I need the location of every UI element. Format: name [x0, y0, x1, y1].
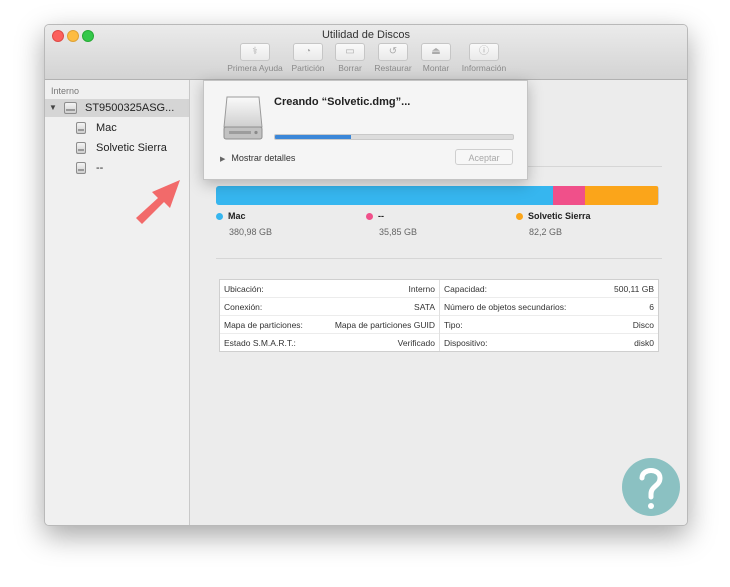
- info-row: Ubicación: Interno: [220, 280, 439, 298]
- sidebar-heading: Interno: [51, 86, 80, 96]
- info-row: Dispositivo: disk0: [440, 334, 658, 352]
- restore-label: Restaurar: [374, 63, 412, 73]
- info-label: Conexión:: [224, 302, 263, 312]
- sidebar: Interno ▼ ST9500325ASG... Mac Solvetic S…: [45, 80, 190, 525]
- info-label: Ubicación:: [224, 284, 264, 294]
- sidebar-item-label: Mac: [96, 122, 117, 134]
- disclosure-triangle-icon[interactable]: ▼: [49, 99, 57, 117]
- disk-image-icon: [223, 96, 263, 140]
- partition-icon: ◔: [293, 43, 323, 61]
- show-details-label: Mostrar detalles: [231, 153, 296, 163]
- usage-segment-mac: [216, 186, 554, 205]
- info-row: Tipo: Disco: [440, 316, 658, 334]
- info-value: Verificado: [397, 338, 435, 348]
- restore-icon: ↺: [378, 43, 408, 61]
- title-bar: Utilidad de Discos ⚕ Primera Ayuda ◔ Par…: [45, 25, 687, 80]
- disclosure-triangle-icon: ▶: [220, 156, 226, 163]
- info-row: Estado S.M.A.R.T.: Verificado: [220, 334, 439, 352]
- erase-label: Borrar: [338, 63, 362, 73]
- restore-button[interactable]: ↺ Restaurar: [371, 43, 415, 73]
- legend-name: Mac: [228, 211, 246, 221]
- info-value: 500,11 GB: [613, 284, 654, 294]
- legend-size: 82,2 GB: [529, 227, 563, 237]
- legend-color-dot: [366, 213, 373, 220]
- pointer-arrow-icon: [136, 180, 180, 224]
- mount-label: Montar: [422, 63, 450, 73]
- first-aid-button[interactable]: ⚕ Primera Ayuda: [223, 43, 287, 73]
- info-label: Capacidad:: [444, 284, 488, 294]
- progress-sheet: Creando “Solvetic.dmg”... ▶ Mostrar detal…: [203, 80, 528, 180]
- show-details-toggle[interactable]: ▶ Mostrar detalles: [220, 153, 295, 163]
- usage-segment-solvetic-sierra: [585, 186, 658, 205]
- erase-button[interactable]: ▭ Borrar: [333, 43, 367, 73]
- info-label: Número de objetos secundarios:: [444, 302, 567, 312]
- disk-info-table: Ubicación: Interno Conexión: SATA Mapa d…: [219, 279, 659, 352]
- divider: [216, 258, 662, 259]
- info-value: Disco: [632, 320, 654, 330]
- info-value: Mapa de particiones GUID: [334, 320, 435, 330]
- info-value: Interno: [408, 284, 435, 294]
- info-label: Información: [461, 63, 507, 73]
- mount-button[interactable]: ⏏ Montar: [419, 43, 453, 73]
- legend-size: 35,85 GB: [379, 227, 418, 237]
- info-row: Conexión: SATA: [220, 298, 439, 316]
- partition-label: Partición: [291, 63, 325, 73]
- mount-icon: ⏏: [421, 43, 451, 61]
- volume-icon: [76, 142, 86, 154]
- sidebar-item-label: Solvetic Sierra: [96, 142, 167, 154]
- info-label: Dispositivo:: [444, 338, 488, 348]
- info-label: Mapa de particiones:: [224, 320, 303, 330]
- info-label: Tipo:: [444, 320, 463, 330]
- info-row: Capacidad: 500,11 GB: [440, 280, 658, 298]
- sidebar-item-disk[interactable]: ▼ ST9500325ASG...: [45, 99, 189, 117]
- info-row: Número de objetos secundarios: 6: [440, 298, 658, 316]
- sidebar-item-volume[interactable]: Solvetic Sierra: [45, 139, 189, 157]
- stethoscope-icon: ⚕: [240, 43, 270, 61]
- progress-bar-fill: [275, 135, 352, 139]
- accept-button[interactable]: Aceptar: [455, 149, 513, 165]
- progress-bar: [274, 134, 514, 140]
- info-button[interactable]: ⓘ Información: [457, 43, 511, 73]
- sidebar-item-label: --: [96, 162, 104, 174]
- sidebar-item-volume[interactable]: Mac: [45, 119, 189, 137]
- solvetic-logo-icon: [622, 458, 680, 516]
- legend-item-mac: Mac 380,98 GB: [216, 211, 272, 237]
- volume-icon: [76, 122, 86, 134]
- hard-drive-icon: [64, 102, 77, 114]
- info-row: Mapa de particiones: Mapa de particiones…: [220, 316, 439, 334]
- legend-size: 380,98 GB: [229, 227, 273, 237]
- legend-name: --: [378, 211, 384, 221]
- usage-bar: [216, 186, 659, 205]
- legend-color-dot: [516, 213, 523, 220]
- usage-segment-unnamed: [553, 186, 586, 205]
- partition-button[interactable]: ◔ Partición: [287, 43, 329, 73]
- volume-icon: [76, 162, 86, 174]
- sheet-title: Creando “Solvetic.dmg”...: [274, 96, 411, 108]
- info-value: disk0: [634, 338, 654, 348]
- sidebar-item-volume[interactable]: --: [45, 159, 189, 177]
- info-value: SATA: [414, 302, 435, 312]
- info-icon: ⓘ: [469, 43, 499, 61]
- legend-item-solvetic-sierra: Solvetic Sierra 82,2 GB: [516, 211, 591, 237]
- legend-color-dot: [216, 213, 223, 220]
- sidebar-item-label: ST9500325ASG...: [85, 102, 175, 114]
- info-value: 6: [649, 302, 654, 312]
- window-title: Utilidad de Discos: [321, 29, 411, 41]
- info-label: Estado S.M.A.R.T.:: [224, 338, 296, 348]
- erase-icon: ▭: [335, 43, 365, 61]
- legend-name: Solvetic Sierra: [528, 211, 591, 221]
- legend-item-unnamed: -- 35,85 GB: [366, 211, 417, 237]
- first-aid-label: Primera Ayuda: [227, 63, 283, 73]
